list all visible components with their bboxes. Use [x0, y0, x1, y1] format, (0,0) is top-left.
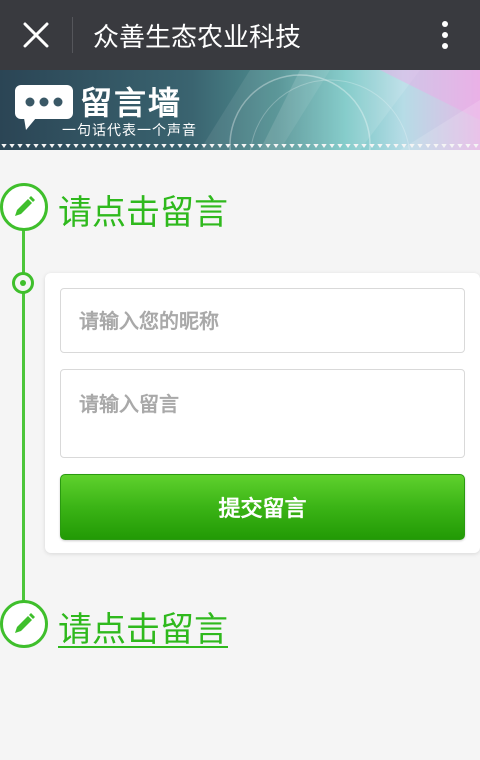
more-button[interactable]: [410, 0, 480, 70]
timeline-dot: [12, 272, 34, 294]
topbar-divider: [72, 17, 73, 53]
top-bar: 众善生态农业科技: [0, 0, 480, 70]
banner-zigzag-edge: [0, 144, 480, 152]
close-icon: [23, 22, 49, 48]
message-form-card: 提交留言: [45, 273, 480, 553]
pencil-icon: [15, 613, 35, 633]
pencil-badge-top[interactable]: [0, 183, 48, 231]
pencil-badge-bottom[interactable]: [0, 600, 48, 648]
leave-message-link-bottom[interactable]: 请点击留言: [58, 602, 228, 651]
more-vertical-icon: [442, 21, 448, 49]
message-wall-banner: 留言墙 一句话代表一个声音: [0, 70, 480, 150]
banner-title: 留言墙: [80, 84, 183, 122]
nickname-input[interactable]: [60, 288, 465, 353]
banner-slogan: 一句话代表一个声音: [62, 123, 197, 139]
submit-message-button[interactable]: 提交留言: [60, 474, 465, 540]
close-button[interactable]: [0, 0, 72, 70]
message-input[interactable]: [60, 369, 465, 458]
pencil-icon: [15, 196, 35, 216]
page-title: 众善生态农业科技: [93, 22, 302, 53]
leave-message-heading-top[interactable]: 请点击留言: [58, 185, 228, 234]
